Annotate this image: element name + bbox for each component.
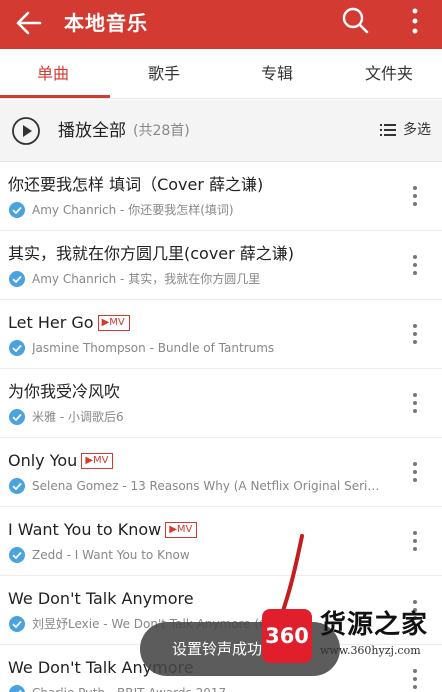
song-title: We Don't Talk Anymore <box>8 589 194 608</box>
downloaded-check-icon <box>9 547 25 563</box>
play-all-label[interactable]: 播放全部 <box>58 119 126 143</box>
downloaded-check-icon <box>9 202 25 218</box>
tab-songs[interactable]: 单曲 <box>3 49 103 99</box>
song-artist-album: Zedd - I Want You to Know <box>32 548 190 562</box>
downloaded-check-icon <box>9 478 25 494</box>
downloaded-check-icon <box>9 340 25 356</box>
active-tab-indicator <box>0 95 110 98</box>
tab-albums[interactable]: 专辑 <box>227 49 327 99</box>
song-artist-album: Charlie Puth - BRIT Awards 2017 <box>32 684 382 692</box>
downloaded-check-icon <box>9 616 25 632</box>
song-title: I Want You to Know ▶MV <box>8 518 198 542</box>
watermark-badge: 360 <box>262 609 312 663</box>
list-item[interactable]: 为你我受冷风吹 米雅 - 小调歌后6 <box>0 369 442 438</box>
more-options-icon[interactable] <box>409 253 421 277</box>
downloaded-check-icon <box>9 409 25 425</box>
tab-folders[interactable]: 文件夹 <box>339 49 439 99</box>
app-header: 本地音乐 <box>0 0 442 49</box>
song-artist-album: Amy Chanrich - 你还要我怎样(填词) <box>32 203 234 217</box>
play-all-bar: 播放全部 (共28首) 多选 <box>0 100 442 162</box>
song-count: (共28首) <box>133 123 190 139</box>
more-options-icon[interactable] <box>409 667 421 691</box>
more-options-icon[interactable] <box>409 529 421 553</box>
song-title: 其实，我就在你方圆几里(cover 薛之谦) <box>8 244 295 263</box>
mv-badge[interactable]: ▶MV <box>165 522 198 538</box>
song-artist-album: 米雅 - 小调歌后6 <box>32 410 124 424</box>
song-artist-album: Selena Gomez - 13 Reasons Why (A Netflix… <box>32 479 382 493</box>
search-icon[interactable] <box>340 5 370 35</box>
mv-badge[interactable]: ▶MV <box>81 453 114 469</box>
song-title: 你还要我怎样 填词（Cover 薛之谦) <box>8 175 264 194</box>
watermark: 360 货源之家 www.360hyzj.com <box>262 603 442 669</box>
list-item[interactable]: I Want You to Know ▶MV Zedd - I Want You … <box>0 507 442 576</box>
song-title: 为你我受冷风吹 <box>8 382 121 401</box>
list-item[interactable]: Only You ▶MV Selena Gomez - 13 Reasons Wh… <box>0 438 442 507</box>
more-options-icon[interactable] <box>409 322 421 346</box>
song-title: Only You ▶MV <box>8 449 114 473</box>
list-item[interactable]: Let Her Go ▶MV Jasmine Thompson - Bundle … <box>0 300 442 369</box>
list-item[interactable]: 其实，我就在你方圆几里(cover 薛之谦) Amy Chanrich - 其实… <box>0 231 442 300</box>
multi-select-button[interactable]: 多选 <box>403 119 431 141</box>
song-title: Let Her Go ▶MV <box>8 311 130 335</box>
downloaded-check-icon <box>9 271 25 287</box>
watermark-url: www.360hyzj.com <box>320 644 421 657</box>
multi-select-icon[interactable] <box>379 121 397 139</box>
more-options-icon[interactable] <box>409 391 421 415</box>
downloaded-check-icon <box>9 685 25 692</box>
watermark-brand: 货源之家 <box>320 610 429 640</box>
tab-bar: 单曲 歌手 专辑 文件夹 <box>0 49 442 99</box>
play-circle-icon[interactable] <box>11 116 41 146</box>
more-options-icon[interactable] <box>409 460 421 484</box>
list-item[interactable]: 你还要我怎样 填词（Cover 薛之谦) Amy Chanrich - 你还要我… <box>0 162 442 231</box>
song-artist-album: Amy Chanrich - 其实，我就在你方圆几里 <box>32 272 261 286</box>
song-artist-album: Jasmine Thompson - Bundle of Tantrums <box>32 341 275 355</box>
more-options-icon[interactable] <box>409 184 421 208</box>
tab-artists[interactable]: 歌手 <box>114 49 214 99</box>
back-arrow-icon[interactable] <box>14 8 44 38</box>
mv-badge[interactable]: ▶MV <box>97 315 130 331</box>
more-vertical-icon[interactable] <box>405 5 425 37</box>
page-title: 本地音乐 <box>64 11 148 35</box>
